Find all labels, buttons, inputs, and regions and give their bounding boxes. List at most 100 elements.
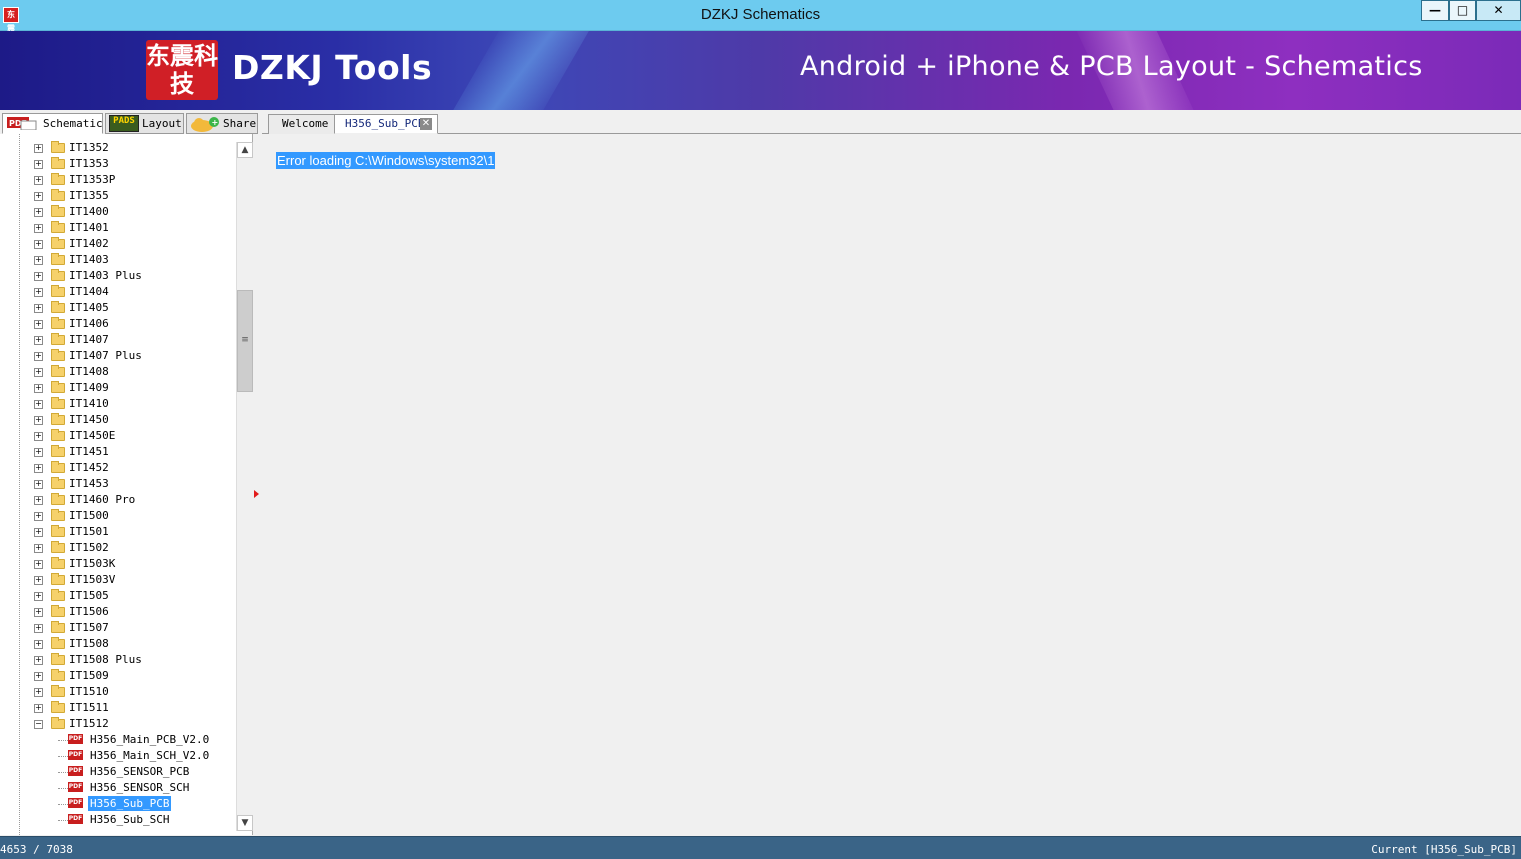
close-button[interactable]: ✕ [1476,0,1521,21]
tree-file-item[interactable]: PDF H356_Main_PCB_V2.0 [0,732,236,748]
expand-icon[interactable]: + [34,688,43,697]
close-tab-icon[interactable]: ✕ [420,118,432,130]
expand-icon[interactable]: + [34,256,43,265]
tree-folder-item[interactable]: + IT1510 [0,684,236,700]
tree-folder-item[interactable]: + IT1401 [0,220,236,236]
expand-icon[interactable]: + [34,400,43,409]
tree-folder-item[interactable]: + IT1503K [0,556,236,572]
expand-icon[interactable]: + [34,640,43,649]
tree-folder-item[interactable]: + IT1355 [0,188,236,204]
tree-folder-item[interactable]: + IT1508 [0,636,236,652]
tree-file-item[interactable]: PDF H356_Sub_SCH [0,812,236,828]
tree-folder-item[interactable]: + IT1502 [0,540,236,556]
minimize-button[interactable]: — [1421,0,1449,21]
tab-layout[interactable]: PADS Layout [105,113,184,134]
scroll-thumb[interactable]: ≡ [237,290,253,392]
expand-icon[interactable]: + [34,672,43,681]
tree-folder-item[interactable]: + IT1451 [0,444,236,460]
expand-icon[interactable]: + [34,320,43,329]
expand-icon[interactable]: + [34,176,43,185]
tree-file-item[interactable]: PDF H356_Main_SCH_V2.0 [0,748,236,764]
maximize-button[interactable]: □ [1449,0,1476,21]
tree-folder-item[interactable]: + IT1400 [0,204,236,220]
tree-folder-item[interactable]: + IT1501 [0,524,236,540]
tree-folder-item[interactable]: + IT1508 Plus [0,652,236,668]
expand-icon[interactable]: + [34,352,43,361]
tree-scrollbar[interactable]: ▲ ≡ ▼ [236,142,253,831]
tree-folder-item[interactable]: + IT1500 [0,508,236,524]
tree-folder-item[interactable]: + IT1405 [0,300,236,316]
expand-icon[interactable]: + [34,160,43,169]
tree-folder-item[interactable]: + IT1409 [0,380,236,396]
tree-folder-item[interactable]: + IT1353P [0,172,236,188]
tree-folder-item[interactable]: + IT1503V [0,572,236,588]
tree-folder-item[interactable]: + IT1403 [0,252,236,268]
tree-folder-item[interactable]: + IT1460 Pro [0,492,236,508]
tree-folder-item[interactable]: + IT1408 [0,364,236,380]
expand-icon[interactable]: + [34,608,43,617]
collapse-icon[interactable]: − [34,720,43,729]
expand-icon[interactable]: + [34,448,43,457]
expand-icon[interactable]: + [34,416,43,425]
folder-icon [51,189,65,201]
expand-icon[interactable]: + [34,512,43,521]
expand-icon[interactable]: + [34,272,43,281]
expand-icon[interactable]: + [34,592,43,601]
folder-icon [51,173,65,185]
tree-folder-item[interactable]: + IT1452 [0,460,236,476]
tree-folder-item[interactable]: + IT1353 [0,156,236,172]
expand-icon[interactable]: + [34,368,43,377]
tree-file-item[interactable]: PDF H356_SENSOR_PCB [0,764,236,780]
tree-folder-item[interactable]: + IT1402 [0,236,236,252]
expand-icon[interactable]: + [34,144,43,153]
scroll-up-icon[interactable]: ▲ [237,142,253,158]
expand-icon[interactable]: + [34,544,43,553]
expand-icon[interactable]: + [34,624,43,633]
expand-icon[interactable]: + [34,384,43,393]
tab-h356-sub-pcb[interactable]: H356_Sub_PCB ✕ [334,114,438,134]
tree-folder-item[interactable]: + IT1450E [0,428,236,444]
expand-icon[interactable]: + [34,224,43,233]
tree-folder-label: IT1400 [69,205,109,218]
tree-file-item[interactable]: PDF H356_SENSOR_SCH [0,780,236,796]
expand-icon[interactable]: + [34,560,43,569]
tab-schematic[interactable]: PDF Schematic [2,113,103,134]
expand-icon[interactable]: + [34,496,43,505]
tree-folder-item[interactable]: − IT1512 [0,716,236,732]
expand-icon[interactable]: + [34,704,43,713]
tree-folder-item[interactable]: + IT1352 [0,140,236,156]
expand-icon[interactable]: + [34,656,43,665]
tree-folder-item[interactable]: + IT1506 [0,604,236,620]
expand-icon[interactable]: + [34,464,43,473]
expand-icon[interactable]: + [34,240,43,249]
expand-icon[interactable]: + [34,528,43,537]
tree-folder-item[interactable]: + IT1410 [0,396,236,412]
splitter-arrow-icon[interactable] [254,490,259,498]
expand-icon[interactable]: + [34,192,43,201]
expand-icon[interactable]: + [34,480,43,489]
tree-folder-item[interactable]: + IT1507 [0,620,236,636]
expand-icon[interactable]: + [34,336,43,345]
tree-folder-item[interactable]: + IT1403 Plus [0,268,236,284]
expand-icon[interactable]: + [34,576,43,585]
tree-folder-item[interactable]: + IT1406 [0,316,236,332]
scroll-down-icon[interactable]: ▼ [237,815,253,831]
expand-icon[interactable]: + [34,304,43,313]
tab-share-label: Share [223,117,257,130]
error-message[interactable]: Error loading C:\Windows\system32\1 [276,152,496,169]
expand-icon[interactable]: + [34,288,43,297]
tree-folder-label: IT1353P [69,173,116,186]
tree-folder-item[interactable]: + IT1450 [0,412,236,428]
tree-folder-item[interactable]: + IT1404 [0,284,236,300]
tab-welcome[interactable]: Welcome [268,114,336,134]
tree-folder-item[interactable]: + IT1453 [0,476,236,492]
tree-folder-item[interactable]: + IT1511 [0,700,236,716]
expand-icon[interactable]: + [34,432,43,441]
tab-share[interactable]: + Share [186,113,258,134]
tree-folder-item[interactable]: + IT1407 Plus [0,348,236,364]
expand-icon[interactable]: + [34,208,43,217]
tree-folder-item[interactable]: + IT1407 [0,332,236,348]
tree-folder-item[interactable]: + IT1509 [0,668,236,684]
tree-folder-item[interactable]: + IT1505 [0,588,236,604]
tree-file-item[interactable]: PDF H356_Sub_PCB [0,796,236,812]
